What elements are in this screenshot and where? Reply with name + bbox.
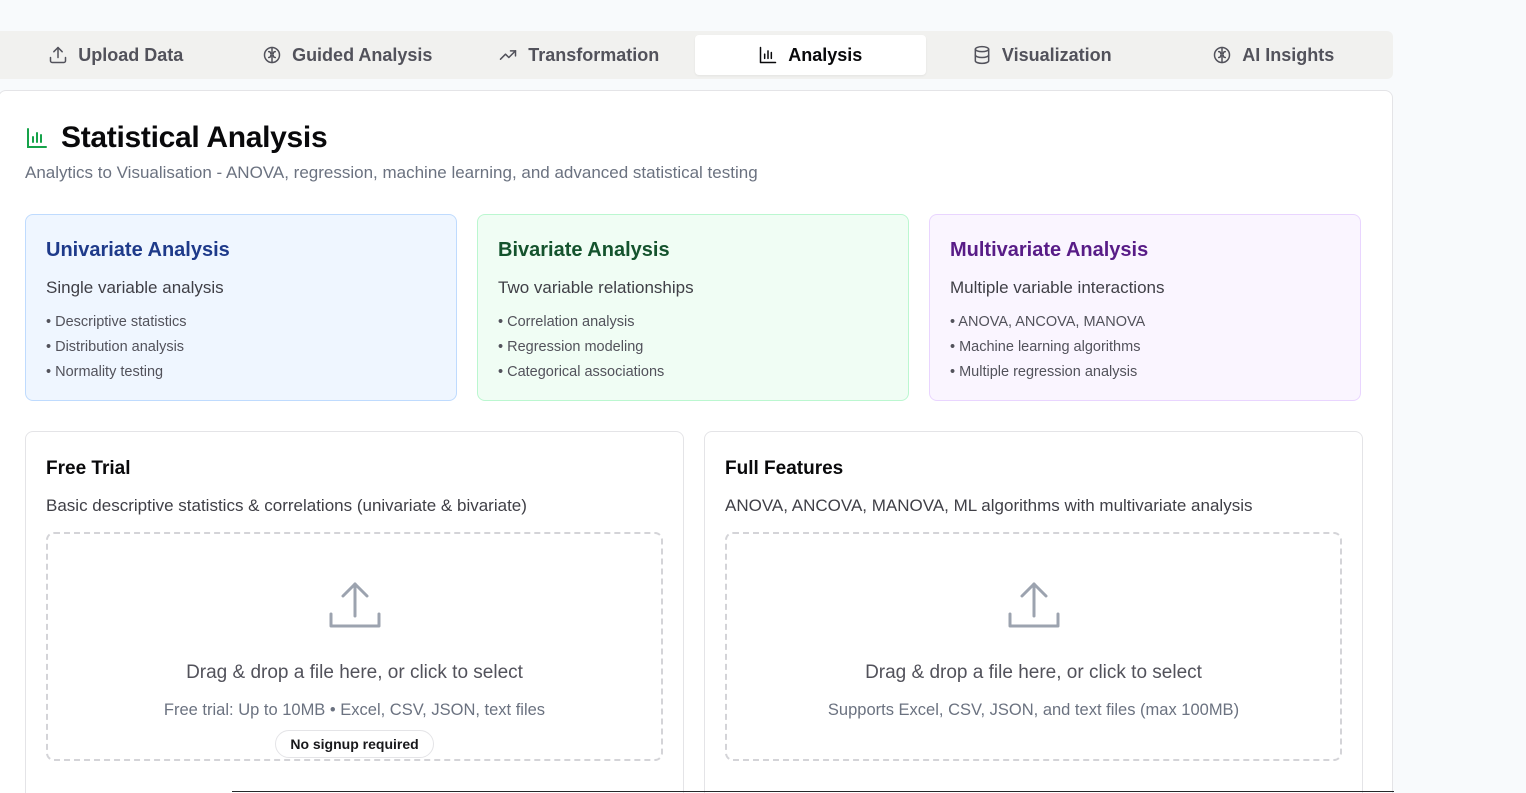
no-signup-badge: No signup required xyxy=(275,730,434,758)
tab-bar: Upload Data Guided Analysis Transformati… xyxy=(0,31,1393,79)
card-feature: • Machine learning algorithms xyxy=(950,339,1141,355)
divider xyxy=(232,791,1394,792)
tab-label: Transformation xyxy=(528,44,660,65)
plan-title: Full Features xyxy=(725,458,844,479)
upload-icon xyxy=(1008,582,1059,628)
dropzone-limits: Supports Excel, CSV, JSON, and text file… xyxy=(827,701,1240,719)
tab-transformation[interactable]: Transformation xyxy=(463,35,695,75)
card-feature: • Regression modeling xyxy=(498,339,644,355)
tab-analysis[interactable]: Analysis xyxy=(694,35,926,75)
card-feature: • ANOVA, ANCOVA, MANOVA xyxy=(950,314,1146,330)
card-feature: • Categorical associations xyxy=(498,364,665,380)
tab-label: Analysis xyxy=(788,44,863,65)
tab-label: Visualization xyxy=(1001,44,1112,65)
card-description: Multiple variable interactions xyxy=(950,278,1165,297)
card-feature: • Normality testing xyxy=(46,364,164,380)
multivariate-card: Multivariate Analysis Multiple variable … xyxy=(929,214,1361,401)
bar-chart-icon xyxy=(759,46,777,64)
free-trial-dropzone[interactable]: Drag & drop a file here, or click to sel… xyxy=(46,532,663,761)
plan-title: Free Trial xyxy=(46,458,131,479)
analysis-type-cards: Univariate Analysis Single variable anal… xyxy=(25,214,1361,401)
univariate-card: Univariate Analysis Single variable anal… xyxy=(25,214,457,401)
tab-visualization[interactable]: Visualization xyxy=(926,35,1158,75)
brain-icon xyxy=(1213,46,1231,64)
tab-label: AI Insights xyxy=(1242,44,1335,65)
bivariate-card: Bivariate Analysis Two variable relation… xyxy=(477,214,909,401)
full-features-section: Full Features ANOVA, ANCOVA, MANOVA, ML … xyxy=(704,431,1363,793)
upload-icon xyxy=(49,46,67,64)
page-subtitle: Analytics to Visualisation - ANOVA, regr… xyxy=(25,163,758,182)
full-features-dropzone[interactable]: Drag & drop a file here, or click to sel… xyxy=(725,532,1342,761)
tab-label: Upload Data xyxy=(78,44,184,65)
card-title: Multivariate Analysis xyxy=(950,239,1149,261)
card-feature: • Correlation analysis xyxy=(498,314,635,330)
dropzone-instruction: Drag & drop a file here, or click to sel… xyxy=(865,662,1202,683)
brain-icon xyxy=(263,46,281,64)
card-feature: • Descriptive statistics xyxy=(46,314,187,330)
dropzone-instruction: Drag & drop a file here, or click to sel… xyxy=(186,662,523,683)
dropzone-limits: Free trial: Up to 10MB • Excel, CSV, JSO… xyxy=(163,701,546,719)
tab-ai-insights[interactable]: AI Insights xyxy=(1158,35,1390,75)
tab-upload-data[interactable]: Upload Data xyxy=(0,35,232,75)
card-title: Univariate Analysis xyxy=(46,239,230,261)
card-feature: • Multiple regression analysis xyxy=(950,364,1138,380)
title-row: Statistical Analysis xyxy=(25,121,328,155)
bar-chart-icon xyxy=(27,128,47,148)
card-feature: • Distribution analysis xyxy=(46,339,185,355)
tab-label: Guided Analysis xyxy=(292,44,433,65)
plan-description: Basic descriptive statistics & correlati… xyxy=(46,496,527,515)
tab-guided-analysis[interactable]: Guided Analysis xyxy=(232,35,464,75)
plan-sections: Free Trial Basic descriptive statistics … xyxy=(25,431,1363,793)
database-icon xyxy=(974,45,990,65)
card-description: Two variable relationships xyxy=(498,278,694,297)
analysis-panel: Statistical Analysis Analytics to Visual… xyxy=(0,90,1393,793)
upload-icon xyxy=(329,582,380,628)
card-title: Bivariate Analysis xyxy=(498,239,670,261)
page-title: Statistical Analysis xyxy=(61,121,328,154)
card-description: Single variable analysis xyxy=(46,278,224,297)
free-trial-section: Free Trial Basic descriptive statistics … xyxy=(25,431,684,793)
trending-up-icon xyxy=(499,50,517,60)
plan-description: ANOVA, ANCOVA, MANOVA, ML algorithms wit… xyxy=(725,496,1253,515)
